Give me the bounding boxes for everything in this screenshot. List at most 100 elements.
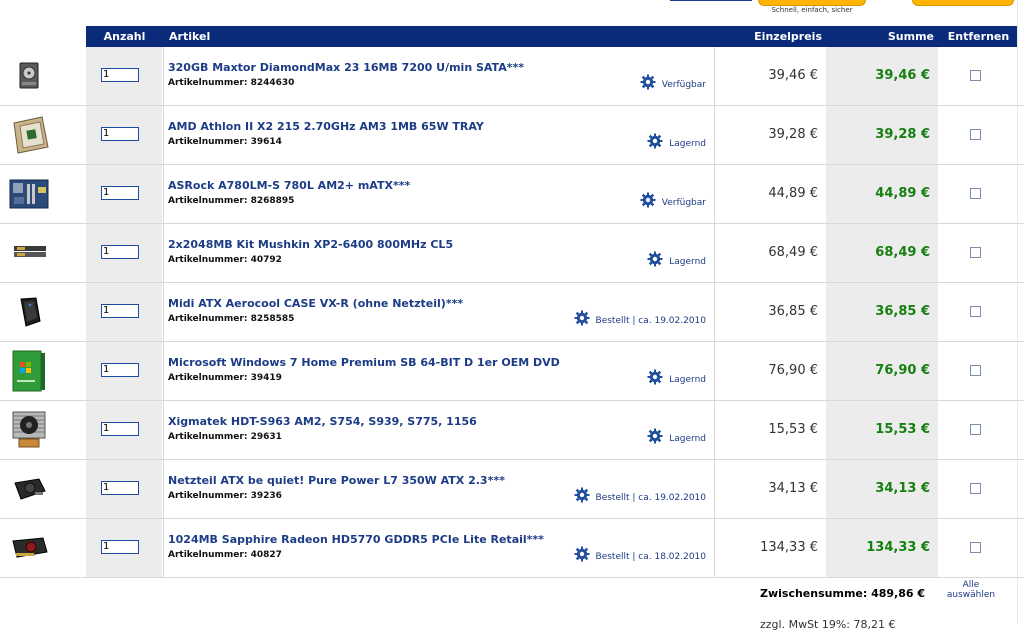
remove-cell (938, 224, 1017, 282)
quantity-cell (86, 106, 162, 164)
quantity-input[interactable] (101, 245, 139, 259)
availability: Lagernd (647, 250, 706, 268)
availability-status: Lagernd (669, 434, 706, 444)
unit-price: 15,53 € (768, 422, 818, 437)
quantity-input[interactable] (101, 127, 139, 141)
remove-checkbox[interactable] (970, 483, 981, 494)
line-total: 39,46 € (875, 68, 930, 83)
product-name-link[interactable]: 2x2048MB Kit Mushkin XP2-6400 800MHz CL5 (168, 238, 453, 251)
product-name-link[interactable]: ASRock A780LM-S 780L AM2+ mATX*** (168, 179, 410, 192)
article-number: Artikelnummer: 8244630 (168, 78, 295, 88)
article-cell: 2x2048MB Kit Mushkin XP2-6400 800MHz CL5… (163, 224, 715, 282)
cart-row: Netzteil ATX be quiet! Pure Power L7 350… (0, 460, 1024, 519)
windows-box-image[interactable] (12, 350, 46, 392)
availability: Lagernd (647, 427, 706, 445)
unit-price: 76,90 € (768, 363, 818, 378)
gear-icon (647, 251, 663, 267)
product-image-cell (0, 224, 85, 282)
paypal-button[interactable] (912, 0, 1014, 6)
product-name-link[interactable]: Xigmatek HDT-S963 AM2, S754, S939, S775,… (168, 415, 477, 428)
line-total: 36,85 € (875, 304, 930, 319)
cart-row: 1024MB Sapphire Radeon HD5770 GDDR5 PCIe… (0, 519, 1024, 578)
line-total: 15,53 € (875, 422, 930, 437)
quantity-input[interactable] (101, 186, 139, 200)
product-image-cell (0, 165, 85, 223)
remove-checkbox[interactable] (970, 542, 981, 553)
unit-price-cell: 36,85 € (714, 283, 826, 341)
remove-cell (938, 519, 1017, 577)
article-cell: ASRock A780LM-S 780L AM2+ mATX*** Artike… (163, 165, 715, 223)
availability-status: Bestellt | ca. 19.02.2010 (595, 316, 706, 326)
remove-checkbox[interactable] (970, 129, 981, 140)
quantity-input[interactable] (101, 68, 139, 82)
motherboard-image[interactable] (9, 179, 49, 209)
product-name-link[interactable]: Netzteil ATX be quiet! Pure Power L7 350… (168, 474, 505, 487)
quantity-cell (86, 224, 162, 282)
remove-cell (938, 47, 1017, 105)
ram-image[interactable] (13, 245, 47, 259)
product-name-link[interactable]: 320GB Maxtor DiamondMax 23 16MB 7200 U/m… (168, 61, 524, 74)
availability: Verfügbar (640, 191, 706, 209)
line-total: 68,49 € (875, 245, 930, 260)
psu-image[interactable] (13, 477, 47, 501)
select-all-line1: Alle (962, 580, 980, 590)
remove-checkbox[interactable] (970, 188, 981, 199)
article-number: Artikelnummer: 39419 (168, 373, 282, 383)
product-name-link[interactable]: AMD Athlon II X2 215 2.70GHz AM3 1MB 65W… (168, 120, 484, 133)
line-total-cell: 36,85 € (826, 283, 938, 341)
unit-price: 39,28 € (768, 127, 818, 142)
select-all-link[interactable]: Alle auswählen (944, 580, 998, 600)
quantity-input[interactable] (101, 540, 139, 554)
quantity-cell (86, 47, 162, 105)
gpu-image[interactable] (11, 536, 49, 560)
cart-row: 320GB Maxtor DiamondMax 23 16MB 7200 U/m… (0, 47, 1024, 106)
product-name-link[interactable]: 1024MB Sapphire Radeon HD5770 GDDR5 PCIe… (168, 533, 544, 546)
line-total: 44,89 € (875, 186, 930, 201)
gear-icon (574, 487, 590, 503)
availability: Verfügbar (640, 73, 706, 91)
unit-price: 36,85 € (768, 304, 818, 319)
col-header-artikel: Artikel (169, 30, 211, 43)
product-name-link[interactable]: Midi ATX Aerocool CASE VX-R (ohne Netzte… (168, 297, 463, 310)
quantity-cell (86, 460, 162, 518)
remove-checkbox[interactable] (970, 424, 981, 435)
remove-checkbox[interactable] (970, 306, 981, 317)
line-total-cell: 68,49 € (826, 224, 938, 282)
quantity-cell (86, 165, 162, 223)
product-image-cell (0, 342, 85, 400)
availability: Lagernd (647, 132, 706, 150)
remove-checkbox[interactable] (970, 365, 981, 376)
product-name-link[interactable]: Microsoft Windows 7 Home Premium SB 64-B… (168, 356, 560, 369)
product-image-cell (0, 519, 85, 577)
availability-status: Lagernd (669, 375, 706, 385)
article-number: Artikelnummer: 8268895 (168, 196, 295, 206)
remove-cell (938, 165, 1017, 223)
article-cell: Microsoft Windows 7 Home Premium SB 64-B… (163, 342, 715, 400)
cart-row: 2x2048MB Kit Mushkin XP2-6400 800MHz CL5… (0, 224, 1024, 283)
line-total-cell: 134,33 € (826, 519, 938, 577)
case-image[interactable] (18, 297, 42, 327)
cart-rows: 320GB Maxtor DiamondMax 23 16MB 7200 U/m… (0, 47, 1024, 578)
unit-price-cell: 39,28 € (714, 106, 826, 164)
availability-status: Bestellt | ca. 18.02.2010 (595, 552, 706, 562)
remove-checkbox[interactable] (970, 247, 981, 258)
unit-price-cell: 39,46 € (714, 47, 826, 105)
top-bar: Schnell, einfach, sicher (0, 0, 1024, 26)
hdd-image[interactable] (19, 62, 39, 89)
remove-checkbox[interactable] (970, 70, 981, 81)
quantity-input[interactable] (101, 363, 139, 377)
quantity-input[interactable] (101, 422, 139, 436)
availability-status: Verfügbar (661, 80, 706, 90)
gear-icon (647, 369, 663, 385)
col-header-einzelpreis: Einzelpreis (754, 30, 822, 43)
line-total-cell: 15,53 € (826, 401, 938, 459)
article-cell: 1024MB Sapphire Radeon HD5770 GDDR5 PCIe… (163, 519, 715, 577)
availability-status: Lagernd (669, 257, 706, 267)
quantity-input[interactable] (101, 304, 139, 318)
cooler-image[interactable] (10, 409, 48, 451)
cpu-image[interactable] (10, 115, 50, 155)
line-total-cell: 34,13 € (826, 460, 938, 518)
cart-row: AMD Athlon II X2 215 2.70GHz AM3 1MB 65W… (0, 106, 1024, 165)
quantity-input[interactable] (101, 481, 139, 495)
top-link[interactable] (670, 0, 752, 1)
